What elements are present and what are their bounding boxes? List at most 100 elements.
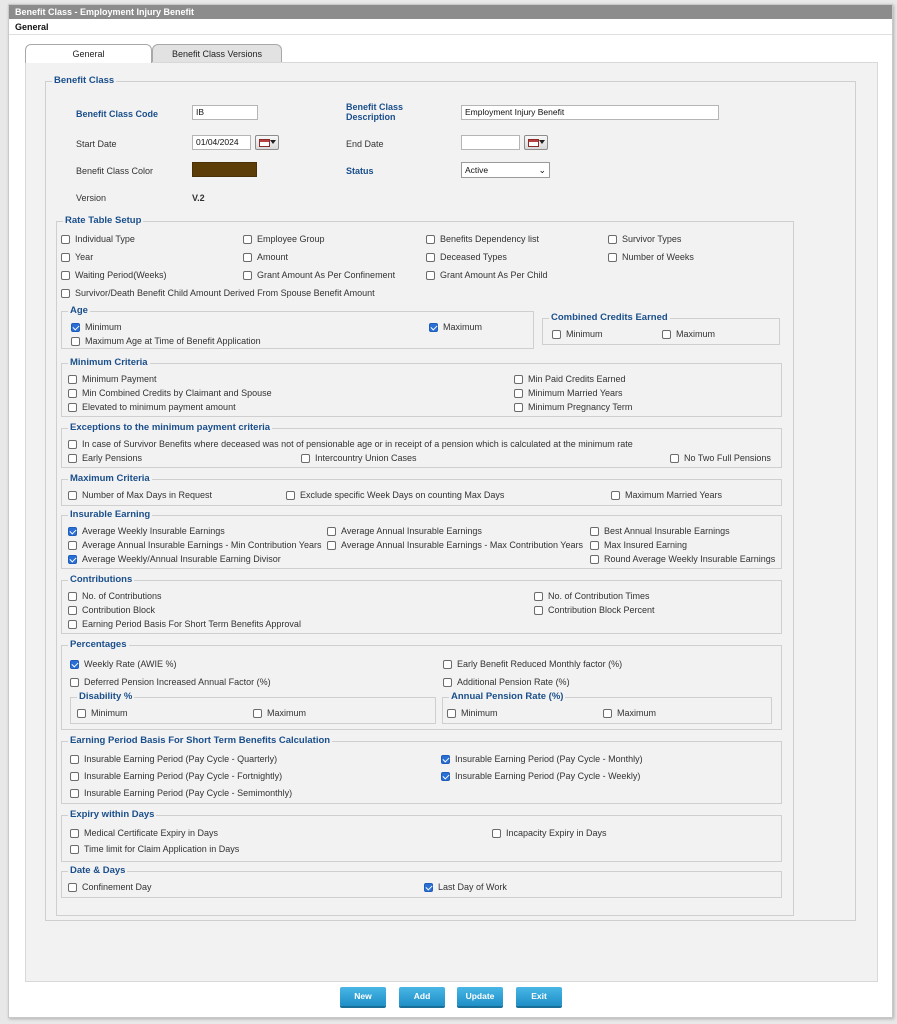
cb-medical-certificate-expiry[interactable]: Medical Certificate Expiry in Days	[70, 827, 218, 839]
cb-label: Maximum	[267, 708, 307, 718]
cb-confinement-day[interactable]: Confinement Day	[68, 881, 152, 893]
checkbox-icon	[61, 288, 70, 298]
checkbox-icon	[426, 234, 435, 244]
cb-survivor-exception[interactable]: In case of Survivor Benefits where decea…	[68, 438, 633, 450]
cb-max-age-at-application[interactable]: Maximum Age at Time of Benefit Applicati…	[71, 335, 261, 347]
cb-contribution-block[interactable]: Contribution Block	[68, 604, 155, 616]
cb-early-pensions[interactable]: Early Pensions	[68, 452, 142, 464]
cb-maximum-married-years[interactable]: Maximum Married Years	[611, 489, 722, 501]
cb-max-days-request[interactable]: Number of Max Days in Request	[68, 489, 212, 501]
cb-disability-minimum[interactable]: Minimum	[77, 707, 128, 719]
checkbox-icon	[611, 490, 620, 500]
cb-label: Grant Amount As Per Child	[440, 270, 548, 280]
insurable-earning-legend: Insurable Earning	[68, 509, 153, 521]
new-button[interactable]: New	[340, 987, 386, 1006]
cb-exclude-week-days[interactable]: Exclude specific Week Days on counting M…	[286, 489, 504, 501]
tab-benefit-class-versions[interactable]: Benefit Class Versions	[152, 44, 282, 62]
cb-disability-maximum[interactable]: Maximum	[253, 707, 306, 719]
cb-no-two-full-pensions[interactable]: No Two Full Pensions	[670, 452, 771, 464]
cb-minimum-payment[interactable]: Minimum Payment	[68, 373, 157, 385]
tab-general[interactable]: General	[25, 44, 152, 63]
checkbox-checked-icon	[441, 754, 450, 764]
cb-pay-cycle-quarterly[interactable]: Insurable Earning Period (Pay Cycle - Qu…	[70, 753, 277, 765]
cb-intercountry-union[interactable]: Intercountry Union Cases	[301, 452, 417, 464]
cb-number-of-weeks[interactable]: Number of Weeks	[608, 251, 694, 263]
checkbox-icon	[61, 252, 70, 262]
cb-min-combined-credits[interactable]: Min Combined Credits by Claimant and Spo…	[68, 387, 272, 399]
cb-survivor-death-child-amount[interactable]: Survivor/Death Benefit Child Amount Deri…	[61, 287, 375, 299]
cb-avg-annual-insurable[interactable]: Average Annual Insurable Earnings	[327, 525, 482, 537]
cb-avg-weekly-insurable[interactable]: Average Weekly Insurable Earnings	[68, 525, 225, 537]
cb-survivor-types[interactable]: Survivor Types	[608, 233, 681, 245]
checkbox-icon	[70, 788, 79, 798]
cb-age-minimum[interactable]: Minimum	[71, 321, 122, 333]
checkbox-icon	[68, 619, 77, 629]
cb-additional-pension-rate[interactable]: Additional Pension Rate (%)	[443, 676, 570, 688]
cb-age-maximum[interactable]: Maximum	[429, 321, 482, 333]
cb-combined-credits-minimum[interactable]: Minimum	[552, 328, 603, 340]
cb-label: Insurable Earning Period (Pay Cycle - Qu…	[84, 754, 278, 764]
cb-annual-pension-minimum[interactable]: Minimum	[447, 707, 498, 719]
cb-round-avg-weekly[interactable]: Round Average Weekly Insurable Earnings	[590, 553, 775, 565]
cb-benefits-dependency-list[interactable]: Benefits Dependency list	[426, 233, 539, 245]
cb-max-insured-earning[interactable]: Max Insured Earning	[590, 539, 687, 551]
cb-label: Waiting Period(Weeks)	[75, 270, 167, 280]
cb-label: In case of Survivor Benefits where decea…	[82, 439, 633, 449]
add-button[interactable]: Add	[399, 987, 445, 1006]
cb-deferred-pension-factor[interactable]: Deferred Pension Increased Annual Factor…	[70, 676, 271, 688]
cb-pay-cycle-monthly[interactable]: Insurable Earning Period (Pay Cycle - Mo…	[441, 753, 643, 765]
cb-no-of-contributions[interactable]: No. of Contributions	[68, 590, 162, 602]
cb-waiting-period[interactable]: Waiting Period(Weeks)	[61, 269, 167, 281]
cb-contribution-block-percent[interactable]: Contribution Block Percent	[534, 604, 655, 616]
cb-best-annual-insurable[interactable]: Best Annual Insurable Earnings	[590, 525, 730, 537]
checkbox-icon	[552, 329, 561, 339]
checkbox-icon	[68, 605, 77, 615]
cb-annual-pension-maximum[interactable]: Maximum	[603, 707, 656, 719]
status-label: Status	[346, 166, 374, 176]
cb-min-paid-credits[interactable]: Min Paid Credits Earned	[514, 373, 626, 385]
cb-avg-annual-min-years[interactable]: Average Annual Insurable Earnings - Min …	[68, 539, 321, 551]
disability-group: Disability % Minimum Maximum	[70, 691, 436, 724]
cb-avg-annual-max-years[interactable]: Average Annual Insurable Earnings - Max …	[327, 539, 583, 551]
cb-combined-credits-maximum[interactable]: Maximum	[662, 328, 715, 340]
benefit-class-code-input[interactable]: IB	[192, 105, 258, 120]
combined-credits-group: Combined Credits Earned Minimum Maximum	[542, 312, 780, 345]
cb-minimum-pregnancy-term[interactable]: Minimum Pregnancy Term	[514, 401, 632, 413]
cb-claim-time-limit[interactable]: Time limit for Claim Application in Days	[70, 843, 239, 855]
cb-label: Survivor/Death Benefit Child Amount Deri…	[75, 288, 375, 298]
start-date-calendar-button[interactable]	[255, 135, 279, 150]
cb-minimum-married-years[interactable]: Minimum Married Years	[514, 387, 623, 399]
cb-employee-group[interactable]: Employee Group	[243, 233, 325, 245]
cb-early-benefit-reduced[interactable]: Early Benefit Reduced Monthly factor (%)	[443, 658, 622, 670]
status-select[interactable]: Active ⌄	[461, 162, 550, 178]
cb-last-day-of-work[interactable]: Last Day of Work	[424, 881, 507, 893]
end-date-input[interactable]	[461, 135, 520, 150]
benefit-class-color-swatch[interactable]	[192, 162, 257, 177]
general-tab-panel: Benefit Class Benefit Class Code IB Bene…	[25, 62, 878, 982]
cb-pay-cycle-semimonthly[interactable]: Insurable Earning Period (Pay Cycle - Se…	[70, 787, 292, 799]
earning-period-legend: Earning Period Basis For Short Term Bene…	[68, 735, 333, 747]
cb-grant-amount-child[interactable]: Grant Amount As Per Child	[426, 269, 548, 281]
cb-incapacity-expiry[interactable]: Incapacity Expiry in Days	[492, 827, 607, 839]
update-button[interactable]: Update	[457, 987, 503, 1006]
cb-pay-cycle-weekly[interactable]: Insurable Earning Period (Pay Cycle - We…	[441, 770, 640, 782]
cb-weekly-rate[interactable]: Weekly Rate (AWIE %)	[70, 658, 177, 670]
cb-earning-divisor[interactable]: Average Weekly/Annual Insurable Earning …	[68, 553, 281, 565]
cb-year[interactable]: Year	[61, 251, 93, 263]
checkbox-icon	[603, 708, 612, 718]
rate-table-setup-group: Rate Table Setup Individual Type Employe…	[56, 215, 794, 916]
cb-earning-period-approval[interactable]: Earning Period Basis For Short Term Bene…	[68, 618, 301, 630]
cb-pay-cycle-fortnightly[interactable]: Insurable Earning Period (Pay Cycle - Fo…	[70, 770, 282, 782]
cb-no-of-contribution-times[interactable]: No. of Contribution Times	[534, 590, 650, 602]
cb-deceased-types[interactable]: Deceased Types	[426, 251, 507, 263]
cb-amount[interactable]: Amount	[243, 251, 288, 263]
start-date-input[interactable]: 01/04/2024	[192, 135, 251, 150]
benefit-class-description-input[interactable]: Employment Injury Benefit	[461, 105, 719, 120]
cb-grant-amount-confinement[interactable]: Grant Amount As Per Confinement	[243, 269, 395, 281]
exit-button[interactable]: Exit	[516, 987, 562, 1006]
cb-label: Minimum	[566, 329, 603, 339]
cb-label: Early Pensions	[82, 453, 143, 463]
cb-individual-type[interactable]: Individual Type	[61, 233, 135, 245]
cb-elevated-min-payment[interactable]: Elevated to minimum payment amount	[68, 401, 236, 413]
end-date-calendar-button[interactable]	[524, 135, 548, 150]
